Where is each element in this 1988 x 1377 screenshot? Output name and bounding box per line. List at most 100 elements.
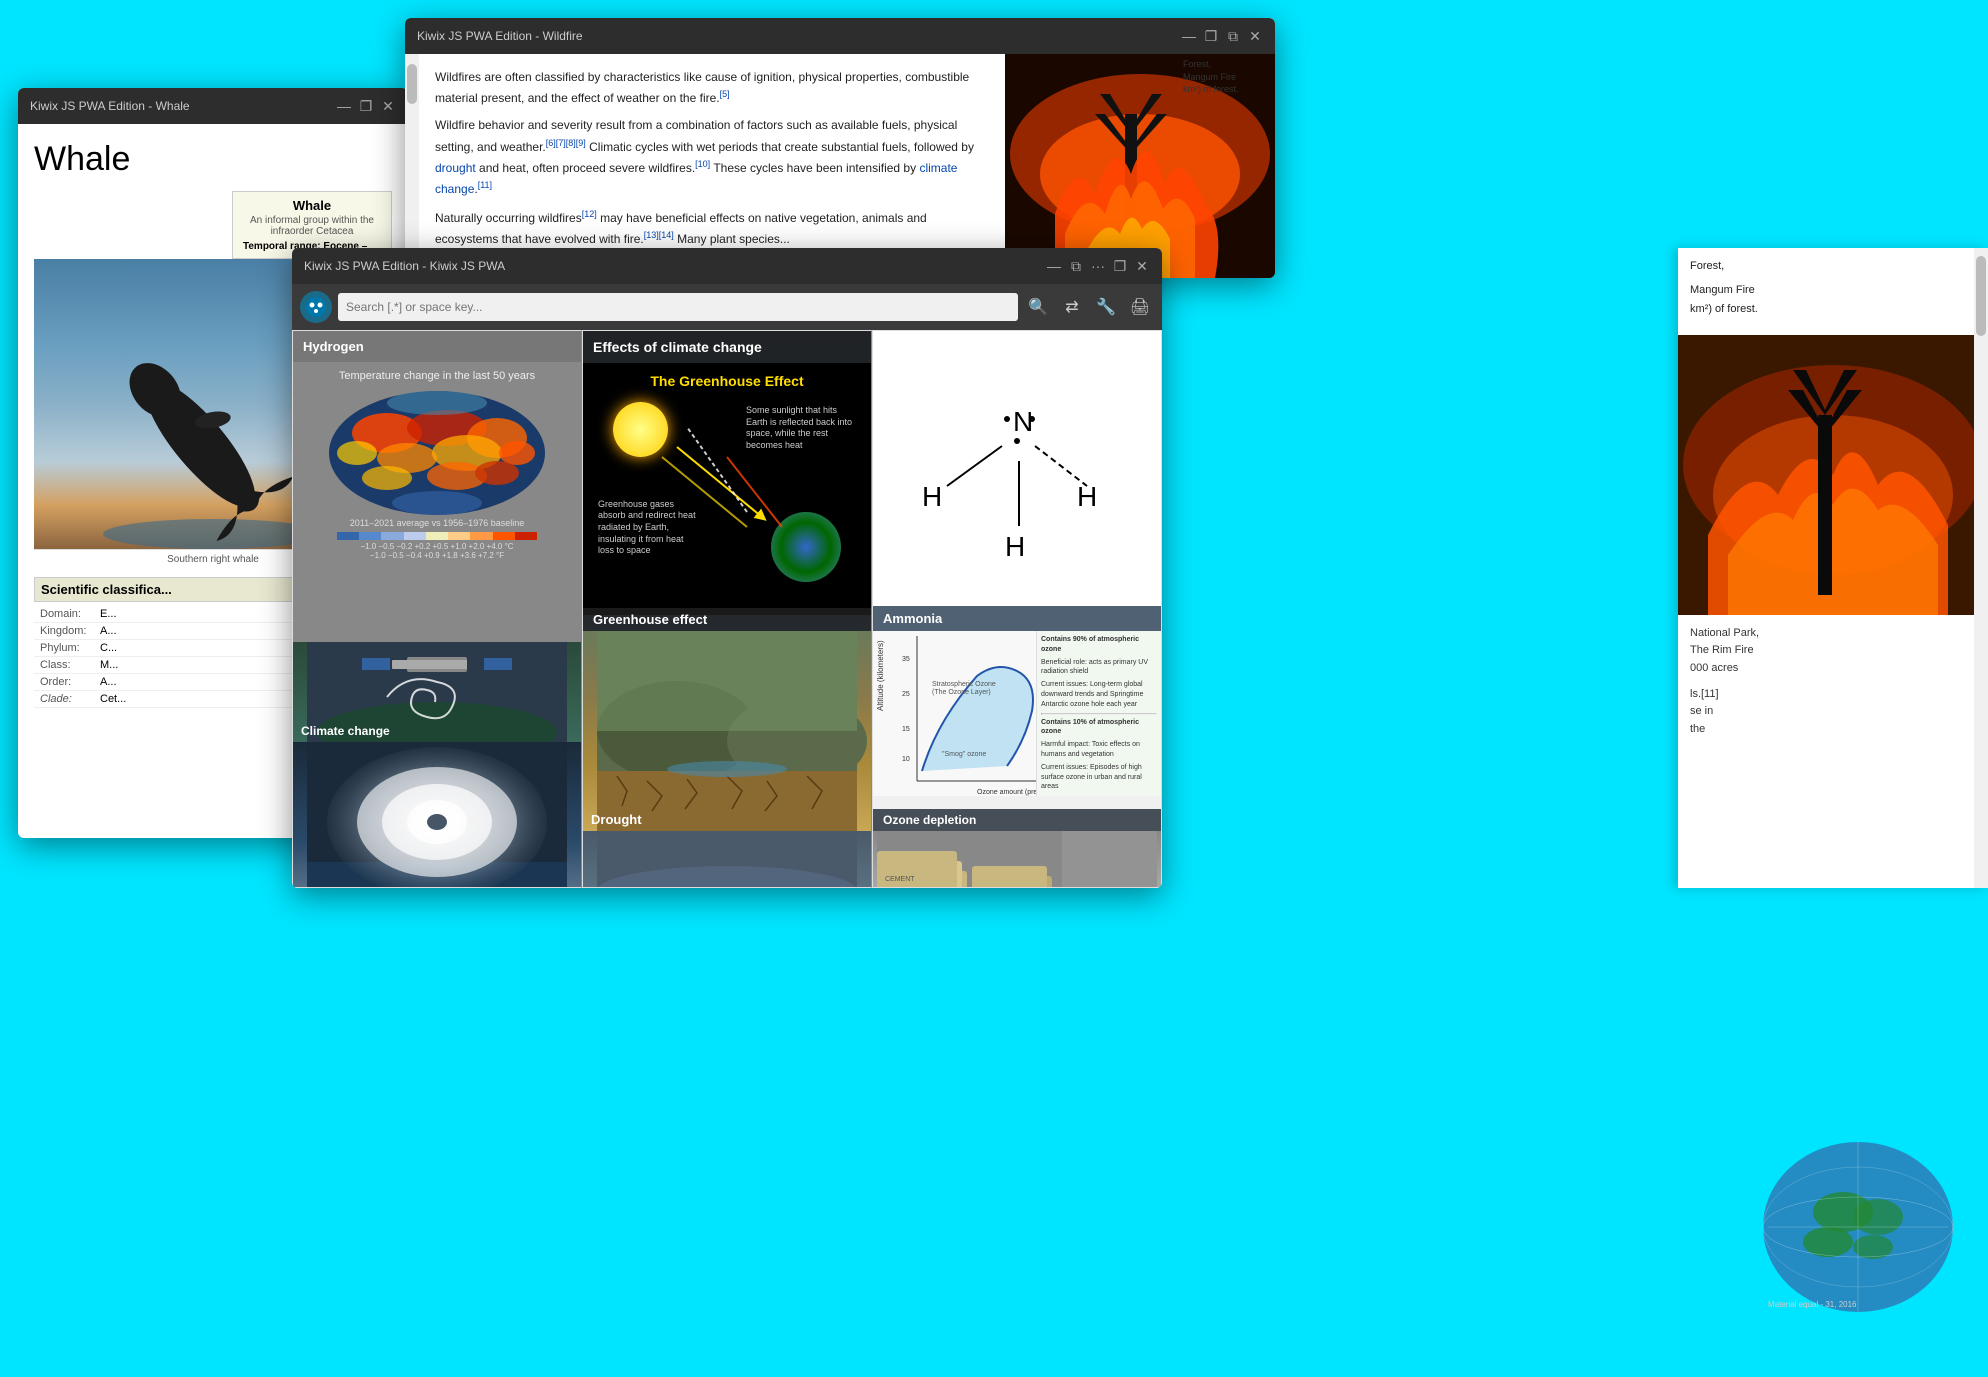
print-button[interactable]: 🖨 bbox=[1126, 293, 1154, 321]
right-panel: Forest, Mangum Fire km²) of forest. Nati… bbox=[1678, 248, 1988, 888]
kiwix-window-controls: — ⧉ ··· ❐ ✕ bbox=[1046, 258, 1150, 274]
minimize-button[interactable]: — bbox=[1046, 258, 1062, 274]
kiwix-window-title: Kiwix JS PWA Edition - Kiwix JS PWA bbox=[304, 259, 1038, 273]
scale-fahrenheit: −1.0 −0.5 −0.4 +0.9 +1.8 +3.6 +7.2 °F bbox=[370, 551, 504, 560]
restore-button[interactable]: ⧉ bbox=[1068, 258, 1084, 274]
wildfire-more-text: National Park, The Rim Fire 000 acres ls… bbox=[1678, 615, 1988, 749]
kiwix-titlebar: Kiwix JS PWA Edition - Kiwix JS PWA — ⧉ … bbox=[292, 248, 1162, 284]
drought-label: Drought bbox=[591, 812, 642, 827]
close-button[interactable]: ✕ bbox=[1247, 28, 1263, 44]
ozone-depletion-item[interactable]: Altitude (kilometers) 35 25 15 10 Ozone … bbox=[873, 631, 1161, 831]
svg-text:H: H bbox=[1005, 531, 1025, 562]
wildfire-para3: Naturally occurring wildfires bbox=[435, 211, 582, 225]
wildfire-sidebar-text: Forest, Mangum Fire km²) of forest. bbox=[1183, 58, 1273, 96]
kiwix-logo bbox=[300, 291, 332, 323]
wildfire-window-controls: — ❐ ⧉ ✕ bbox=[1181, 28, 1263, 44]
whale-titlebar: Kiwix JS PWA Edition - Whale — ❐ ✕ bbox=[18, 88, 408, 124]
drought-link[interactable]: drought bbox=[435, 161, 476, 175]
greenhouse-title: The Greenhouse Effect bbox=[593, 373, 861, 389]
svg-text:(The Ozone Layer): (The Ozone Layer) bbox=[932, 689, 991, 696]
close-button[interactable]: ✕ bbox=[1134, 258, 1150, 274]
wildfire-window-title: Kiwix JS PWA Edition - Wildfire bbox=[417, 29, 1173, 43]
order-label: Order: bbox=[34, 674, 94, 691]
hydrogen-chart-title: Temperature change in the last 50 years bbox=[339, 370, 535, 382]
whale-infobox-subtitle: An informal group within the infraorder … bbox=[239, 215, 385, 237]
minimize-button[interactable]: — bbox=[336, 98, 352, 114]
sidebar-text-mangum: Mangum Fire bbox=[1690, 282, 1976, 300]
menu-button[interactable]: ··· bbox=[1090, 258, 1106, 274]
tropical-cyclone-item[interactable]: Tropical cyclone bbox=[293, 742, 581, 888]
effects-col: Effects of climate change The Greenhouse… bbox=[582, 330, 872, 888]
ref-11: [11] bbox=[478, 180, 492, 190]
right-scrollbar[interactable] bbox=[1974, 248, 1988, 888]
svg-text:Stratospheric Ozone: Stratospheric Ozone bbox=[932, 681, 996, 688]
ammonia-item[interactable]: N H H H Ammonia bbox=[873, 331, 1161, 631]
minimize-button[interactable]: — bbox=[1181, 28, 1197, 44]
random-button[interactable]: ⇄ bbox=[1058, 293, 1086, 321]
scrollbar-thumb[interactable] bbox=[407, 64, 417, 104]
svg-text:H: H bbox=[922, 481, 942, 512]
acres-text: 000 acres bbox=[1690, 660, 1976, 678]
ref-5: [5] bbox=[720, 89, 730, 99]
maximize-button[interactable]: ❐ bbox=[1112, 258, 1128, 274]
svg-text:35: 35 bbox=[902, 656, 910, 663]
restore-button[interactable]: ⧉ bbox=[1225, 28, 1241, 44]
se-text: se in bbox=[1690, 703, 1976, 721]
svg-text:10: 10 bbox=[902, 756, 910, 763]
svg-text:H: H bbox=[1077, 481, 1097, 512]
search-input[interactable] bbox=[338, 293, 1018, 321]
national-park-text: National Park, bbox=[1690, 625, 1976, 643]
ozone-depletion-label: Ozone depletion bbox=[873, 809, 1161, 831]
hydrogen-chart-subtitle: 2011–2021 average vs 1956–1976 baseline bbox=[350, 518, 524, 528]
effects-climate-change-item[interactable]: Effects of climate change The Greenhouse… bbox=[583, 331, 871, 631]
greenhouse-desc2: Greenhouse gases absorb and redirect hea… bbox=[598, 499, 698, 557]
ref-1314: [13][14] bbox=[644, 230, 674, 240]
hydrogen-label: Hydrogen bbox=[293, 331, 581, 362]
close-button[interactable]: ✕ bbox=[380, 98, 396, 114]
wildfire-window: Kiwix JS PWA Edition - Wildfire — ❐ ⧉ ✕ … bbox=[405, 18, 1275, 278]
restore-button[interactable]: ❐ bbox=[358, 98, 374, 114]
kiwix-toolbar: 🔍 ⇄ 🔧 🖨 bbox=[292, 284, 1162, 330]
hydrogen-content: Temperature change in the last 50 years bbox=[293, 362, 581, 642]
wildfire-para1: Wildfires are often classified by charac… bbox=[435, 70, 969, 105]
greenhouse-content: The Greenhouse Effect bbox=[583, 363, 871, 615]
portland-cement-item[interactable]: CEMENT Portland Material equal - 31, 201… bbox=[873, 831, 1161, 888]
clade-label: Clade: bbox=[34, 691, 94, 708]
drought-item[interactable]: Drought bbox=[583, 631, 871, 831]
greenhouse-diagram: Some sunlight that hits Earth is reflect… bbox=[593, 397, 861, 587]
hydrogen-item[interactable]: Hydrogen Temperature change in the last … bbox=[292, 330, 582, 888]
wildfire-heat: and heat, often proceed severe wildfires… bbox=[476, 161, 695, 175]
climate-change-item[interactable]: Climate change bbox=[293, 642, 581, 742]
ammonia-col: N H H H Ammonia bbox=[872, 330, 1162, 888]
svg-text:N: N bbox=[1013, 406, 1033, 437]
the-text: the bbox=[1690, 721, 1976, 739]
svg-text:"Smog" ozone: "Smog" ozone bbox=[942, 751, 986, 758]
wildfire-intensified: These cycles have been intensified by bbox=[713, 161, 919, 175]
maximize-button[interactable]: ❐ bbox=[1203, 28, 1219, 44]
wildfire-continuation: Forest, Mangum Fire km²) of forest. bbox=[1678, 248, 1988, 335]
whale-page-title: Whale bbox=[34, 140, 392, 179]
settings-button[interactable]: 🔧 bbox=[1092, 293, 1120, 321]
ref-12: [12] bbox=[582, 209, 597, 219]
kiwix-content-grid: Hydrogen Temperature change in the last … bbox=[292, 330, 1162, 888]
greenhouse-desc1: Some sunlight that hits Earth is reflect… bbox=[746, 405, 856, 452]
scale-celsius: −1.0 −0.5 −0.2 +0.2 +0.5 +1.0 +2.0 +4.0 … bbox=[360, 542, 513, 551]
bottom-partial-item[interactable] bbox=[583, 831, 871, 888]
color-scale-bar bbox=[337, 532, 537, 540]
svg-text:15: 15 bbox=[902, 726, 910, 733]
ozone-text-panel: Contains 90% of atmospheric ozone Benefi… bbox=[1036, 631, 1161, 796]
right-scrollbar-thumb[interactable] bbox=[1976, 256, 1986, 336]
ref-10: [10] bbox=[695, 159, 710, 169]
search-button[interactable]: 🔍 bbox=[1024, 293, 1052, 321]
sidebar-text-km: km²) of forest. bbox=[1690, 301, 1976, 319]
climate-change-label: Climate change bbox=[301, 724, 390, 738]
wildfire-content: Wildfires are often classified by charac… bbox=[405, 54, 1275, 278]
whale-infobox-name: Whale bbox=[239, 198, 385, 213]
scrollbar[interactable] bbox=[405, 54, 419, 278]
phylum-label: Phylum: bbox=[34, 640, 94, 657]
wildfire-text: Wildfires are often classified by charac… bbox=[419, 54, 1005, 278]
class-label: Class: bbox=[34, 657, 94, 674]
whale-window-controls: — ❐ ✕ bbox=[336, 98, 396, 114]
kingdom-label: Kingdom: bbox=[34, 623, 94, 640]
ref-6789: [6][7][8][9] bbox=[546, 138, 586, 148]
